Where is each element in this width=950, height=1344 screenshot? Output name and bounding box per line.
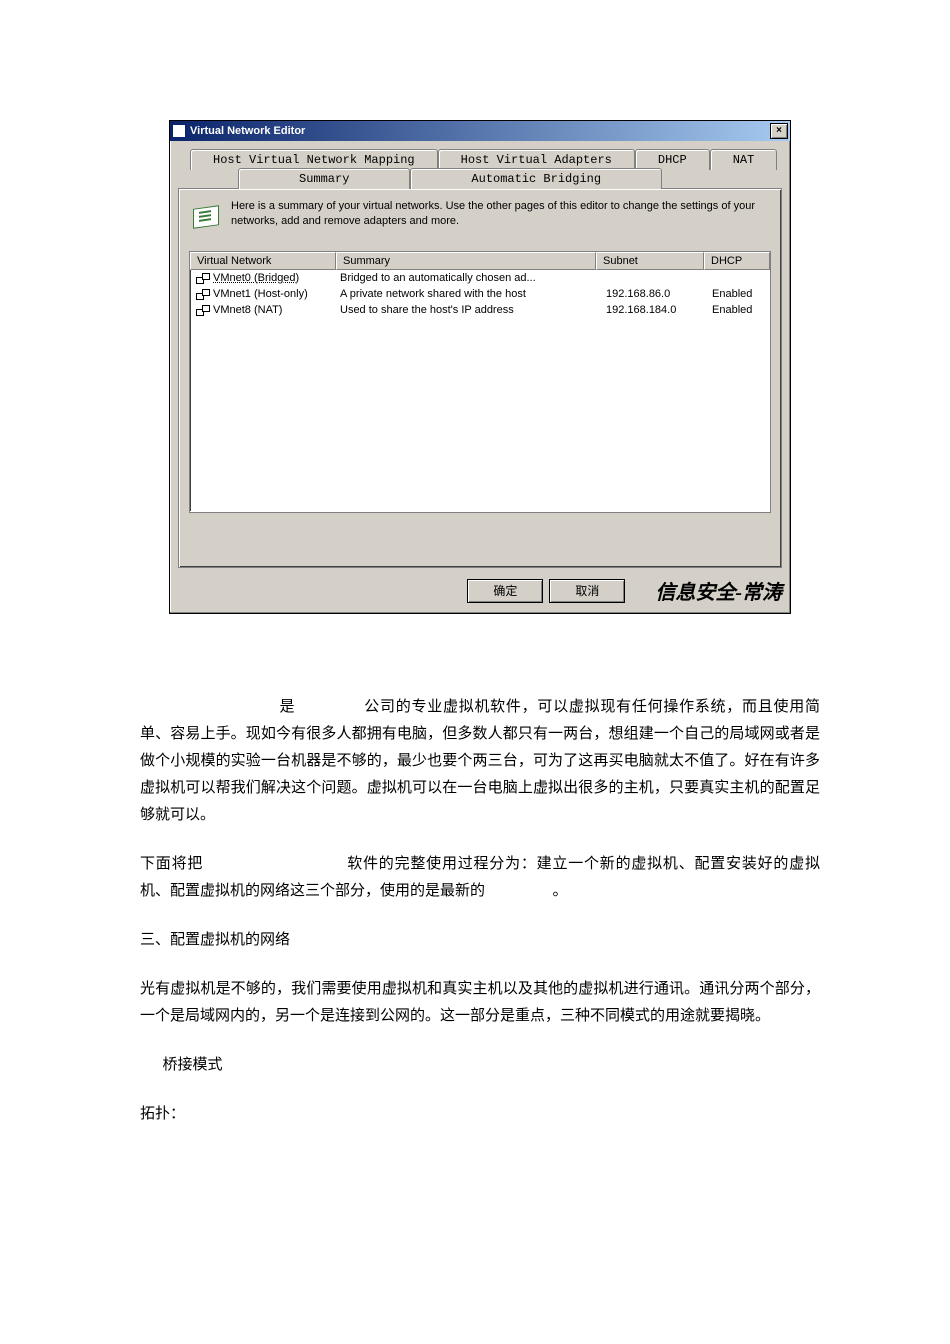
virtual-network-editor-window: Virtual Network Editor × Host Virtual Ne… <box>169 120 791 614</box>
tab-nat[interactable]: NAT <box>710 149 778 170</box>
tab-dhcp[interactable]: DHCP <box>635 149 710 170</box>
summary-description: Here is a summary of your virtual networ… <box>231 199 771 229</box>
table-body: VMnet0 (Bridged) Bridged to an automatic… <box>190 270 770 318</box>
virtual-network-table: Virtual Network Summary Subnet DHCP VMne… <box>189 251 771 513</box>
table-row[interactable]: VMnet0 (Bridged) Bridged to an automatic… <box>190 270 770 286</box>
network-icon <box>196 305 210 315</box>
cell-dhcp <box>706 270 770 286</box>
tab-summary[interactable]: Summary <box>238 168 410 189</box>
window-title: Virtual Network Editor <box>190 125 770 137</box>
table-header: Virtual Network Summary Subnet DHCP <box>190 252 770 270</box>
cell-subnet: 192.168.86.0 <box>600 286 706 302</box>
heading-section-3: 三、配置虚拟机的网络 <box>140 927 820 954</box>
col-header-network[interactable]: Virtual Network <box>190 252 336 270</box>
network-icon <box>196 289 210 299</box>
cell-dhcp: Enabled <box>706 286 770 302</box>
close-button[interactable]: × <box>770 123 788 139</box>
table-row[interactable]: VMnet1 (Host-only) A private network sha… <box>190 286 770 302</box>
titlebar[interactable]: Virtual Network Editor × <box>170 121 790 141</box>
table-row[interactable]: VMnet8 (NAT) Used to share the host's IP… <box>190 302 770 318</box>
tab-row-front: Summary Automatic Bridging <box>178 168 782 189</box>
p2-pre: 下面将把 <box>140 856 203 872</box>
ok-button[interactable]: 确定 <box>467 579 543 603</box>
p2-end: 。 <box>553 883 568 899</box>
paragraph-2: 下面将把 软件的完整使用过程分为：建立一个新的虚拟机、配置安装好的虚拟机、配置虚… <box>140 851 820 905</box>
tab-host-virtual-network-mapping[interactable]: Host Virtual Network Mapping <box>190 149 438 170</box>
cell-text: VMnet1 (Host-only) <box>213 288 308 300</box>
cell-network: VMnet8 (NAT) <box>190 302 334 318</box>
window-body: Host Virtual Network Mapping Host Virtua… <box>170 141 790 613</box>
mode-bridged: 桥接模式 <box>140 1052 820 1079</box>
cell-text: VMnet8 (NAT) <box>213 304 282 316</box>
summary-header: Here is a summary of your virtual networ… <box>189 199 771 231</box>
col-header-dhcp[interactable]: DHCP <box>704 252 770 270</box>
tab-row-back: Host Virtual Network Mapping Host Virtua… <box>178 149 782 170</box>
article-body: 是 公司的专业虚拟机软件，可以虚拟现有任何操作系统，而且使用简单、容易上手。现如… <box>140 694 820 1128</box>
tab-host-virtual-adapters[interactable]: Host Virtual Adapters <box>438 149 635 170</box>
paragraph-1: 是 公司的专业虚拟机软件，可以虚拟现有任何操作系统，而且使用简单、容易上手。现如… <box>140 694 820 829</box>
cell-network: VMnet1 (Host-only) <box>190 286 334 302</box>
paragraph-3: 光有虚拟机是不够的，我们需要使用虚拟机和真实主机以及其他的虚拟机进行通讯。通讯分… <box>140 976 820 1030</box>
dialog-buttons: 确定 取消 信息安全-常涛 <box>178 576 782 605</box>
blank-gap <box>140 694 275 721</box>
cancel-button[interactable]: 取消 <box>549 579 625 603</box>
watermark-text: 信息安全-常涛 <box>655 576 782 605</box>
cell-subnet: 192.168.184.0 <box>600 302 706 318</box>
summary-panel: Here is a summary of your virtual networ… <box>178 188 782 568</box>
tab-strip: Host Virtual Network Mapping Host Virtua… <box>178 149 782 568</box>
cell-summary: A private network shared with the host <box>334 286 600 302</box>
cell-subnet <box>600 270 706 286</box>
app-icon <box>172 124 186 138</box>
col-header-summary[interactable]: Summary <box>336 252 596 270</box>
cell-summary: Used to share the host's IP address <box>334 302 600 318</box>
blank-gap <box>208 851 343 878</box>
notepad-icon <box>189 199 221 231</box>
cell-dhcp: Enabled <box>706 302 770 318</box>
tab-automatic-bridging[interactable]: Automatic Bridging <box>410 168 662 189</box>
network-icon <box>196 273 210 283</box>
p1-pre: 是 <box>280 699 296 715</box>
cell-text: VMnet0 (Bridged) <box>213 272 299 284</box>
col-header-subnet[interactable]: Subnet <box>596 252 704 270</box>
cell-summary: Bridged to an automatically chosen ad... <box>334 270 600 286</box>
topology-label: 拓扑： <box>140 1101 820 1128</box>
cell-network: VMnet0 (Bridged) <box>190 270 334 286</box>
